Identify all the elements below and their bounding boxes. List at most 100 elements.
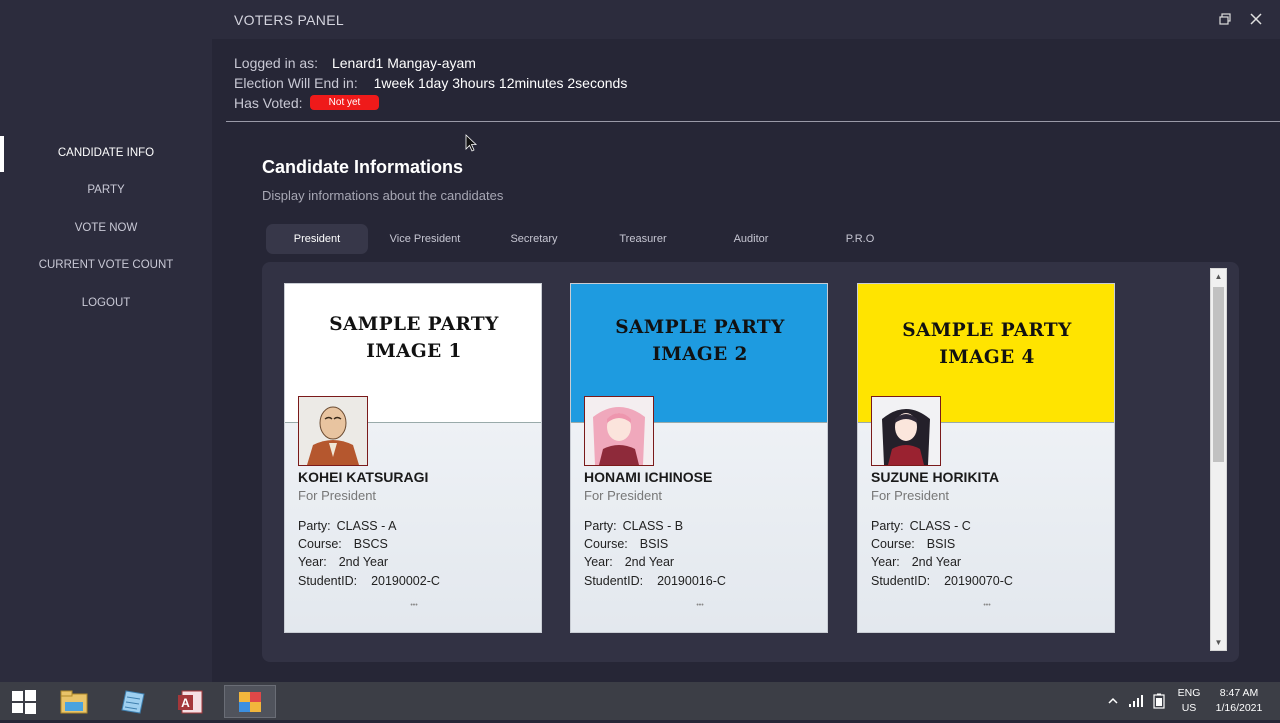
year-value: 2nd Year xyxy=(624,555,675,569)
student-id-value: 20190070-C xyxy=(944,574,1013,588)
mouse-cursor-icon xyxy=(465,134,477,152)
candidate-avatar xyxy=(298,396,368,466)
student-id-row: StudentID: 20190002-C xyxy=(298,574,440,588)
scroll-up-icon[interactable]: ▲ xyxy=(1211,269,1226,284)
party-row: Party: CLASS - A xyxy=(298,519,396,533)
windows-logo-icon xyxy=(12,690,36,714)
year-row: Year: 2nd Year xyxy=(584,555,674,569)
network-signal-icon[interactable] xyxy=(1128,694,1144,708)
banner-line-1: SAMPLE PARTY xyxy=(329,314,499,335)
student-id-value: 20190002-C xyxy=(371,574,440,588)
student-id-value: 20190016-C xyxy=(657,574,726,588)
candidate-role: For President xyxy=(298,488,377,503)
candidate-card[interactable]: SAMPLE PARTY IMAGE 1 KOHEI KATSURAGI For… xyxy=(284,283,542,633)
sidebar-item-vote-now[interactable]: VOTE NOW xyxy=(0,222,212,234)
taskbar-app-2[interactable] xyxy=(107,685,159,718)
candidate-avatar xyxy=(584,396,654,466)
party-value: CLASS - C xyxy=(909,519,971,533)
access-icon: A xyxy=(178,690,203,714)
party-row: Party: CLASS - B xyxy=(584,519,683,533)
student-id-label: StudentID: xyxy=(584,574,644,588)
logged-in-user: Lenard1 Mangay-ayam xyxy=(331,55,476,71)
avatar-image xyxy=(299,397,367,465)
party-row: Party: CLASS - C xyxy=(871,519,971,533)
clock-time: 8:47 AM xyxy=(1219,687,1259,699)
year-value: 2nd Year xyxy=(911,555,962,569)
tab-pro[interactable]: P.R.O xyxy=(809,224,911,254)
taskbar: A ENG US 8:47 AM 1/16/2021 xyxy=(0,682,1280,720)
show-hidden-icons-icon[interactable] xyxy=(1108,697,1118,705)
more-indicator-icon: ••• xyxy=(983,602,991,609)
svg-text:A: A xyxy=(181,696,190,710)
course-value: BSIS xyxy=(926,537,956,551)
taskbar-access[interactable]: A xyxy=(165,685,217,718)
clock[interactable]: 8:47 AM 1/16/2021 xyxy=(1208,687,1270,714)
sidebar-item-candidate-info[interactable]: CANDIDATE INFO xyxy=(0,147,212,159)
start-button[interactable] xyxy=(0,685,46,718)
language-indicator[interactable]: ENG US xyxy=(1174,687,1204,714)
sidebar-item-logout[interactable]: LOGOUT xyxy=(0,297,212,309)
banner-line-1: SAMPLE PARTY xyxy=(902,320,1072,341)
more-indicator-icon: ••• xyxy=(696,602,704,609)
keyboard-layout: US xyxy=(1181,702,1197,714)
tab-treasurer[interactable]: Treasurer xyxy=(592,224,694,254)
course-value: BSCS xyxy=(353,537,388,551)
tab-president[interactable]: President xyxy=(266,224,368,254)
window-title: VOTERS PANEL xyxy=(234,12,344,28)
battery-icon[interactable] xyxy=(1152,693,1166,709)
restore-button[interactable] xyxy=(1213,8,1237,30)
candidate-card[interactable]: SAMPLE PARTY IMAGE 4 SUZUNE HORIKITA For… xyxy=(857,283,1115,633)
course-value: BSIS xyxy=(639,537,669,551)
year-label: Year: xyxy=(298,555,327,569)
candidate-name: HONAMI ICHINOSE xyxy=(584,469,713,485)
notepad-icon xyxy=(121,690,145,714)
avatar-image xyxy=(585,397,653,465)
more-indicator-icon: ••• xyxy=(410,602,418,609)
close-button[interactable] xyxy=(1244,8,1268,30)
course-row: Course: BSCS xyxy=(298,537,388,551)
vote-status-badge: Not yet xyxy=(310,95,379,110)
clock-date: 1/16/2021 xyxy=(1215,702,1263,714)
year-label: Year: xyxy=(584,555,613,569)
folder-icon xyxy=(60,690,88,714)
course-row: Course: BSIS xyxy=(584,537,668,551)
has-voted-label: Has Voted: xyxy=(234,95,303,111)
year-value: 2nd Year xyxy=(338,555,389,569)
student-id-row: StudentID: 20190016-C xyxy=(584,574,726,588)
sidebar-item-current-vote-count[interactable]: CURRENT VOTE COUNT xyxy=(0,259,212,271)
close-icon xyxy=(1250,13,1262,25)
banner-line-2: IMAGE 1 xyxy=(366,341,462,362)
election-end-label: Election Will End in: xyxy=(234,75,358,91)
vertical-scrollbar[interactable]: ▲ ▼ xyxy=(1210,268,1227,651)
candidate-name: SUZUNE HORIKITA xyxy=(871,469,1000,485)
page-subtitle: Display informations about the candidate… xyxy=(262,188,504,203)
candidate-card[interactable]: SAMPLE PARTY IMAGE 2 HONAMI ICHINOSE For… xyxy=(570,283,828,633)
party-value: CLASS - A xyxy=(336,519,397,533)
scroll-down-icon[interactable]: ▼ xyxy=(1211,635,1226,650)
party-label: Party: xyxy=(298,519,331,533)
voting-app-icon xyxy=(239,692,261,712)
taskbar-voting-app[interactable] xyxy=(224,685,276,718)
banner-line-1: SAMPLE PARTY xyxy=(615,317,785,338)
candidate-role: For President xyxy=(584,488,663,503)
taskbar-file-explorer[interactable] xyxy=(48,685,100,718)
sidebar-item-party[interactable]: PARTY xyxy=(0,184,212,196)
year-row: Year: 2nd Year xyxy=(871,555,961,569)
election-end-line: Election Will End in: 1week 1day 3hours … xyxy=(234,75,627,91)
tab-auditor[interactable]: Auditor xyxy=(700,224,802,254)
student-id-row: StudentID: 20190070-C xyxy=(871,574,1013,588)
student-id-label: StudentID: xyxy=(871,574,931,588)
course-label: Course: xyxy=(871,537,915,551)
party-value: CLASS - B xyxy=(622,519,684,533)
scrollbar-thumb[interactable] xyxy=(1213,287,1224,462)
language-code: ENG xyxy=(1177,687,1201,699)
tab-secretary[interactable]: Secretary xyxy=(483,224,585,254)
restore-icon xyxy=(1219,13,1231,25)
student-id-label: StudentID: xyxy=(298,574,358,588)
course-label: Course: xyxy=(584,537,628,551)
banner-line-2: IMAGE 4 xyxy=(939,347,1035,368)
page-title: Candidate Informations xyxy=(262,157,464,177)
has-voted-line: Has Voted: xyxy=(234,95,303,111)
banner-line-2: IMAGE 2 xyxy=(652,344,748,365)
tab-vice-president[interactable]: Vice President xyxy=(374,224,476,254)
